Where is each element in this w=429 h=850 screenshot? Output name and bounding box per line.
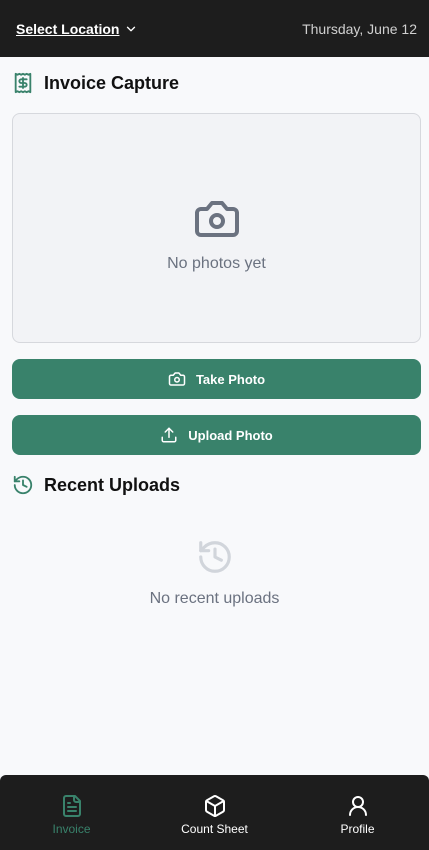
recent-uploads-empty-state: No recent uploads	[0, 538, 429, 608]
top-bar: Select Location Thursday, June 12	[0, 0, 429, 57]
history-icon	[198, 541, 231, 573]
camera-icon	[194, 201, 239, 237]
nav-label-invoice: Invoice	[52, 821, 91, 836]
chevron-down-icon	[127, 26, 136, 31]
current-date: Thursday, June 12	[302, 20, 417, 37]
bottom-navigation: Invoice Count Sheet Profile	[0, 775, 429, 850]
nav-label-count-sheet: Count Sheet	[181, 821, 248, 836]
take-photo-label: Take Photo	[195, 371, 266, 387]
file-text-icon	[62, 794, 81, 817]
box-icon	[204, 794, 225, 817]
location-label[interactable]: Select Location	[16, 21, 119, 37]
camera-icon	[168, 372, 186, 386]
photo-preview-area: No photos yet	[12, 113, 421, 343]
no-recent-uploads-text: No recent uploads	[149, 590, 280, 607]
location-selector[interactable]: Select Location	[16, 21, 138, 37]
nav-label-profile: Profile	[340, 821, 375, 836]
history-icon	[13, 475, 33, 495]
receipt-icon	[14, 72, 32, 94]
nav-item-profile[interactable]: Profile	[286, 790, 429, 836]
recent-uploads-title: Recent Uploads	[44, 474, 181, 495]
upload-photo-label: Upload Photo	[188, 427, 273, 443]
user-icon	[348, 795, 367, 816]
nav-item-invoice[interactable]: Invoice	[0, 790, 143, 836]
no-photos-text: No photos yet	[167, 255, 266, 272]
take-photo-button[interactable]: Take Photo	[12, 359, 421, 399]
upload-photo-button[interactable]: Upload Photo	[12, 415, 421, 455]
page-title: Invoice Capture	[44, 72, 180, 93]
nav-item-count-sheet[interactable]: Count Sheet	[143, 790, 286, 836]
invoice-section-header: Invoice Capture	[12, 72, 179, 94]
recent-uploads-header: Recent Uploads	[12, 474, 180, 496]
upload-icon	[161, 427, 177, 443]
